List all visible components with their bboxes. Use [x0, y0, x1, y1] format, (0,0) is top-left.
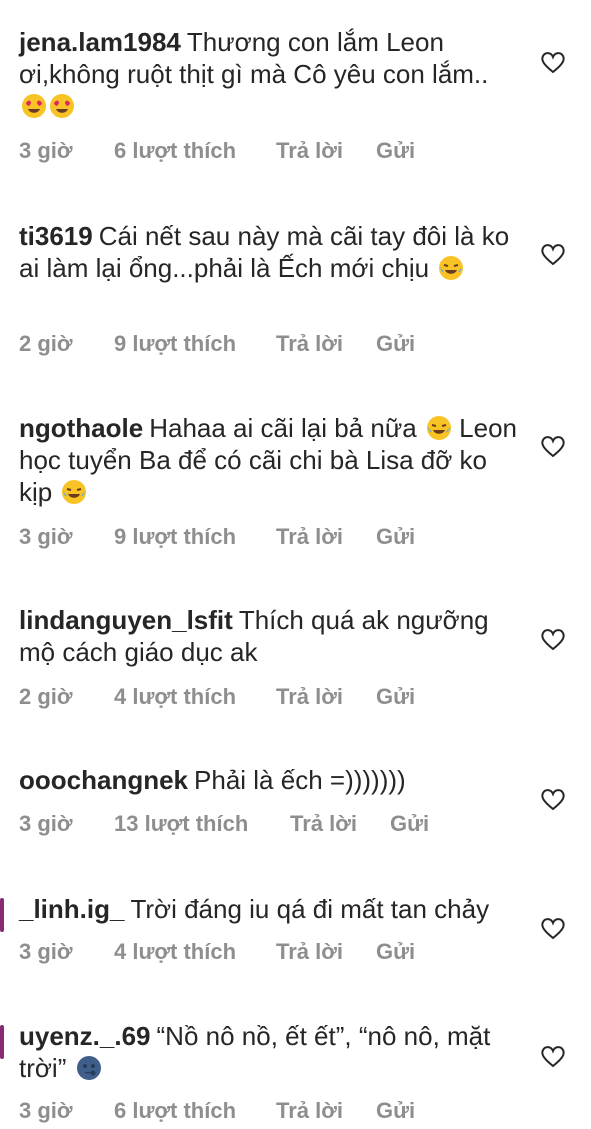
comment-body: ti3619 Cái nết sau này mà cãi tay đôi là … [19, 220, 519, 284]
tears-of-joy-emoji [426, 416, 451, 440]
heart-outline-icon[interactable] [539, 785, 567, 813]
comment-username[interactable]: jena.lam1984 [19, 27, 181, 57]
heart-eyes-emoji [22, 94, 46, 118]
comment-body: lindanguyen_lsfit Thích quá ak ngưỡng mộ … [19, 604, 519, 668]
comment-username[interactable]: _linh.ig_ [19, 894, 124, 924]
heart-outline-icon[interactable] [539, 914, 567, 942]
comment-time: 3 giờ [19, 138, 73, 163]
heart-outline-icon[interactable] [539, 48, 567, 76]
tears-of-joy-emoji [439, 256, 464, 280]
comment-body: ooochangnek Phải là ếch =))))))) [19, 764, 519, 796]
comment-username[interactable]: ooochangnek [19, 765, 188, 795]
comment-text: Phải là ếch =))))))) [194, 765, 406, 795]
comment-username[interactable]: lindanguyen_lsfit [19, 605, 233, 635]
comment-body: ngothaole Hahaa ai cãi lại bả nữa Leon họ… [19, 412, 519, 508]
heart-outline-icon[interactable] [539, 432, 567, 460]
send-button[interactable]: Gửi [376, 331, 415, 357]
reply-button[interactable]: Trả lời [290, 811, 357, 837]
moon-face-emoji [76, 1056, 101, 1080]
reply-button[interactable]: Trả lời [276, 524, 343, 550]
send-button[interactable]: Gửi [376, 138, 415, 164]
send-button[interactable]: Gửi [376, 1098, 415, 1124]
comment-text: Trời đáng iu qá đi mất tan chảy [130, 894, 490, 924]
heart-outline-icon[interactable] [539, 1042, 567, 1070]
heart-eyes-emoji [50, 94, 74, 118]
comment-time: 3 giờ [19, 811, 73, 836]
reply-button[interactable]: Trả lời [276, 684, 343, 710]
reply-button[interactable]: Trả lời [276, 1098, 343, 1124]
reply-button[interactable]: Trả lời [276, 331, 343, 357]
left-edge-marker [0, 898, 4, 932]
comment-username[interactable]: ngothaole [19, 413, 143, 443]
comment-time: 2 giờ [19, 331, 73, 356]
comment-time: 3 giờ [19, 1098, 73, 1123]
comment-time: 3 giờ [19, 524, 73, 549]
send-button[interactable]: Gửi [376, 939, 415, 965]
send-button[interactable]: Gửi [376, 684, 415, 710]
comment-username[interactable]: ti3619 [19, 221, 93, 251]
tears-of-joy-emoji [62, 480, 87, 504]
comment-text: Hahaa ai cãi lại bả nữa [149, 413, 417, 443]
comment-username[interactable]: uyenz._.69 [19, 1021, 151, 1051]
heart-outline-icon[interactable] [539, 240, 567, 268]
comment-body: _linh.ig_ Trời đáng iu qá đi mất tan chảy [19, 893, 519, 925]
heart-outline-icon[interactable] [539, 625, 567, 653]
comment-likes[interactable]: 6 lượt thích [114, 1098, 236, 1124]
send-button[interactable]: Gửi [376, 524, 415, 550]
comment-likes[interactable]: 4 lượt thích [114, 684, 236, 710]
comment-likes[interactable]: 9 lượt thích [114, 331, 236, 357]
comment-likes[interactable]: 4 lượt thích [114, 939, 236, 965]
comment-likes[interactable]: 13 lượt thích [114, 811, 248, 837]
comment-likes[interactable]: 6 lượt thích [114, 138, 236, 164]
comment-likes[interactable]: 9 lượt thích [114, 524, 236, 550]
comment-body: jena.lam1984 Thương con lắm Leon ơi,không… [19, 26, 519, 122]
comment-time: 3 giờ [19, 939, 73, 964]
comment-body: uyenz._.69 “Nồ nô nồ, ết ết”, “nô nô, mặt… [19, 1020, 519, 1084]
reply-button[interactable]: Trả lời [276, 939, 343, 965]
left-edge-marker [0, 1025, 4, 1059]
comment-time: 2 giờ [19, 684, 73, 709]
send-button[interactable]: Gửi [390, 811, 429, 837]
reply-button[interactable]: Trả lời [276, 138, 343, 164]
